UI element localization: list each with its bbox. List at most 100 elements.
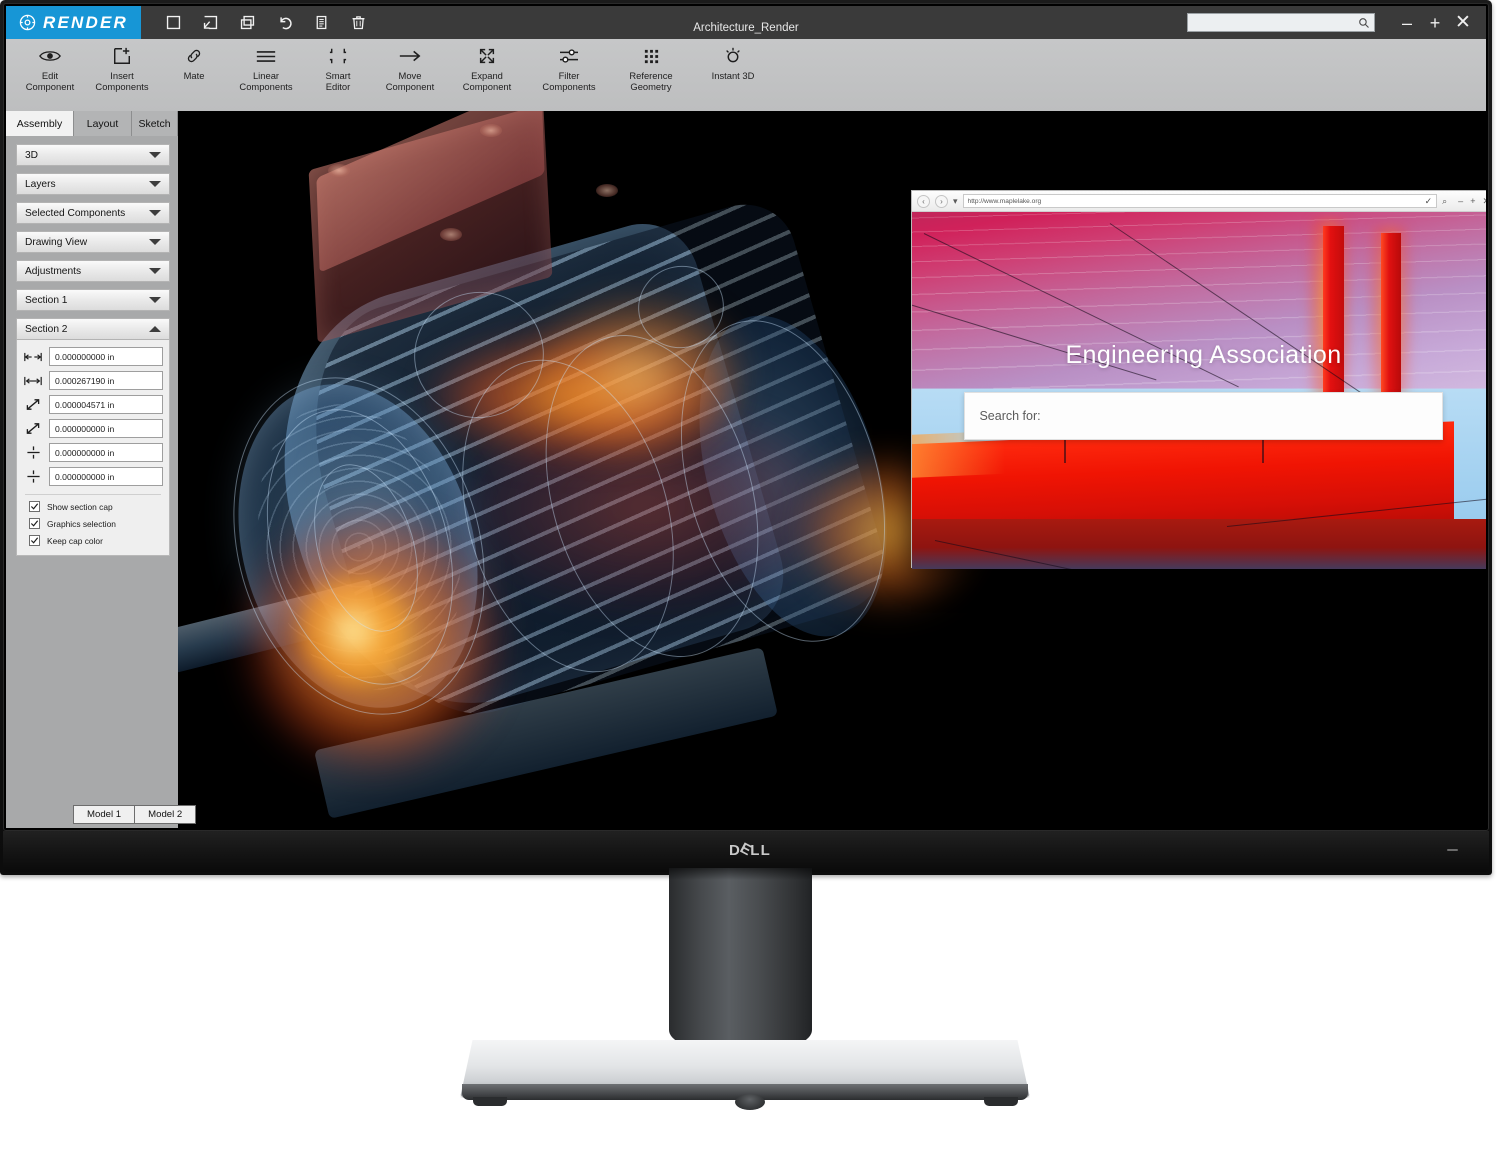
field-value[interactable]: 0.000000000 in	[49, 443, 163, 462]
field-diagonal-in: 0.000000000 in	[23, 419, 163, 438]
render-application: RENDER Architecture_Render – + ✕ Edit Co…	[6, 6, 1486, 828]
ribbon-linear-components[interactable]: Linear Components	[230, 39, 302, 92]
chevron-down-icon	[149, 239, 161, 245]
tab-sketch[interactable]: Sketch	[132, 111, 178, 136]
new-document-icon[interactable]	[165, 14, 182, 31]
field-offset-width: 0.000000000 in	[23, 347, 163, 366]
chevron-down-icon	[149, 210, 161, 216]
accordion-label: Drawing View	[25, 236, 88, 248]
accordion-label: 3D	[25, 149, 39, 161]
ribbon-label: Instant 3D	[711, 70, 755, 81]
stacked-squares-icon[interactable]	[239, 14, 256, 31]
ribbon-expand-component[interactable]: Expand Component	[446, 39, 528, 92]
accordion-label: Adjustments	[25, 265, 82, 277]
render-floor	[912, 519, 1486, 569]
ribbon-reference-geometry[interactable]: Reference Geometry	[610, 39, 692, 92]
ribbon-smart-editor[interactable]: Smart Editor	[302, 39, 374, 92]
model-tab-1[interactable]: Model 1	[73, 805, 136, 824]
ribbon-edit-component[interactable]: Edit Component	[14, 39, 86, 92]
browser-search-icon[interactable]: ⌕	[1442, 196, 1447, 206]
accordion-section-1[interactable]: Section 1	[16, 289, 170, 311]
chevron-down-icon	[149, 297, 161, 303]
diagonal-out-icon	[23, 396, 43, 414]
page-search-input[interactable]: Search for:	[964, 392, 1443, 441]
horizontal-lines-icon	[255, 45, 277, 67]
dot-grid-icon	[643, 45, 660, 67]
field-value[interactable]: 0.000004571 in	[49, 395, 163, 414]
offset-width-icon	[23, 348, 43, 366]
browser-maximize-button[interactable]: +	[1470, 196, 1475, 206]
window-close-button[interactable]: ✕	[1449, 13, 1477, 32]
browser-window-controls: – + ✕	[1452, 196, 1486, 206]
go-check-icon[interactable]: ✓	[1425, 196, 1433, 206]
window-minimize-button[interactable]: –	[1393, 14, 1421, 32]
browser-url-bar[interactable]: http://www.maplelake.org ✓	[962, 194, 1438, 208]
ribbon-label: Reference Geometry	[629, 70, 673, 92]
ribbon-mate[interactable]: Mate	[158, 39, 230, 81]
checkbox-show-section-cap[interactable]: Show section cap	[29, 501, 163, 512]
divide-icon	[23, 444, 43, 462]
section-2-body: 0.000000000 in 0.000267190 in 0.00000457…	[16, 340, 170, 556]
3d-viewport[interactable]: ‹ › ▾ http://www.maplelake.org ✓ ⌕ – + ✕	[178, 111, 1486, 828]
forward-icon[interactable]: ›	[935, 194, 948, 208]
tab-assembly[interactable]: Assembly	[6, 111, 74, 136]
browser-chrome: ‹ › ▾ http://www.maplelake.org ✓ ⌕ – + ✕	[912, 191, 1486, 212]
ribbon-filter-components[interactable]: Filter Components	[528, 39, 610, 92]
app-logo: RENDER	[6, 6, 141, 39]
browser-minimize-button[interactable]: –	[1458, 196, 1463, 206]
accordion-layers[interactable]: Layers	[16, 173, 170, 195]
browser-close-button[interactable]: ✕	[1482, 196, 1486, 206]
inner-width-icon	[23, 372, 43, 390]
browser-window[interactable]: ‹ › ▾ http://www.maplelake.org ✓ ⌕ – + ✕	[911, 190, 1486, 569]
insert-box-plus-icon	[112, 45, 132, 67]
accordion-selected-components[interactable]: Selected Components	[16, 202, 170, 224]
chevron-down-icon[interactable]: ▾	[953, 196, 958, 206]
page-title: Engineering Association	[1065, 340, 1342, 369]
field-value[interactable]: 0.000000000 in	[49, 347, 163, 366]
model-tab-2[interactable]: Model 2	[135, 805, 197, 824]
accordion-drawing-view[interactable]: Drawing View	[16, 231, 170, 253]
checkmark-icon	[29, 501, 40, 512]
bolt-boss-icon	[328, 164, 350, 177]
checkbox-label: Graphics selection	[47, 518, 116, 529]
eye-icon	[38, 45, 62, 67]
field-divide-2: 0.000000000 in	[23, 467, 163, 486]
accordion-adjustments[interactable]: Adjustments	[16, 260, 170, 282]
field-divide-1: 0.000000000 in	[23, 443, 163, 462]
panel-tab-strip: Assembly Layout Sketch	[6, 111, 178, 136]
app-titlebar: RENDER Architecture_Render – + ✕	[6, 6, 1486, 39]
ribbon-label: Expand Component	[462, 70, 512, 92]
field-value[interactable]: 0.000000000 in	[49, 419, 163, 438]
field-value[interactable]: 0.000000000 in	[49, 467, 163, 486]
ribbon-insert-components[interactable]: Insert Components	[86, 39, 158, 92]
expand-arrows-icon	[477, 45, 497, 67]
thermal-glow-top-core	[538, 301, 738, 451]
back-icon[interactable]: ‹	[917, 194, 930, 208]
field-value[interactable]: 0.000267190 in	[49, 371, 163, 390]
left-panel: Assembly Layout Sketch 3D Layers Selecte…	[6, 111, 178, 828]
app-brand-name: RENDER	[43, 12, 128, 32]
window-maximize-button[interactable]: +	[1421, 14, 1449, 32]
ribbon-label: Linear Components	[239, 70, 293, 92]
accordion-label: Section 1	[25, 294, 68, 306]
accordion-3d[interactable]: 3D	[16, 144, 170, 166]
lined-page-icon[interactable]	[313, 14, 330, 31]
search-icon	[1359, 17, 1369, 28]
property-accordion: 3D Layers Selected Components Drawing Vi…	[6, 136, 178, 340]
trash-can-icon[interactable]	[350, 14, 367, 31]
tab-layout[interactable]: Layout	[74, 111, 132, 136]
ribbon-instant-3d[interactable]: Instant 3D	[692, 39, 774, 81]
checkbox-graphics-selection[interactable]: Graphics selection	[29, 518, 163, 529]
undo-arrow-icon[interactable]	[276, 14, 293, 31]
open-import-icon[interactable]	[202, 14, 219, 31]
sun-dial-icon	[723, 45, 743, 67]
ribbon-move-component[interactable]: Move Component	[374, 39, 446, 92]
checkbox-keep-cap-color[interactable]: Keep cap color	[29, 535, 163, 546]
base-mount-screw	[735, 1094, 765, 1110]
chevron-down-icon	[149, 268, 161, 274]
browser-page: Engineering Association Search for:	[912, 212, 1486, 569]
bolt-boss-icon	[480, 124, 502, 137]
search-input[interactable]	[1187, 13, 1375, 32]
titlebar-right-group: – + ✕	[1187, 13, 1486, 32]
accordion-section-2[interactable]: Section 2	[16, 318, 170, 340]
